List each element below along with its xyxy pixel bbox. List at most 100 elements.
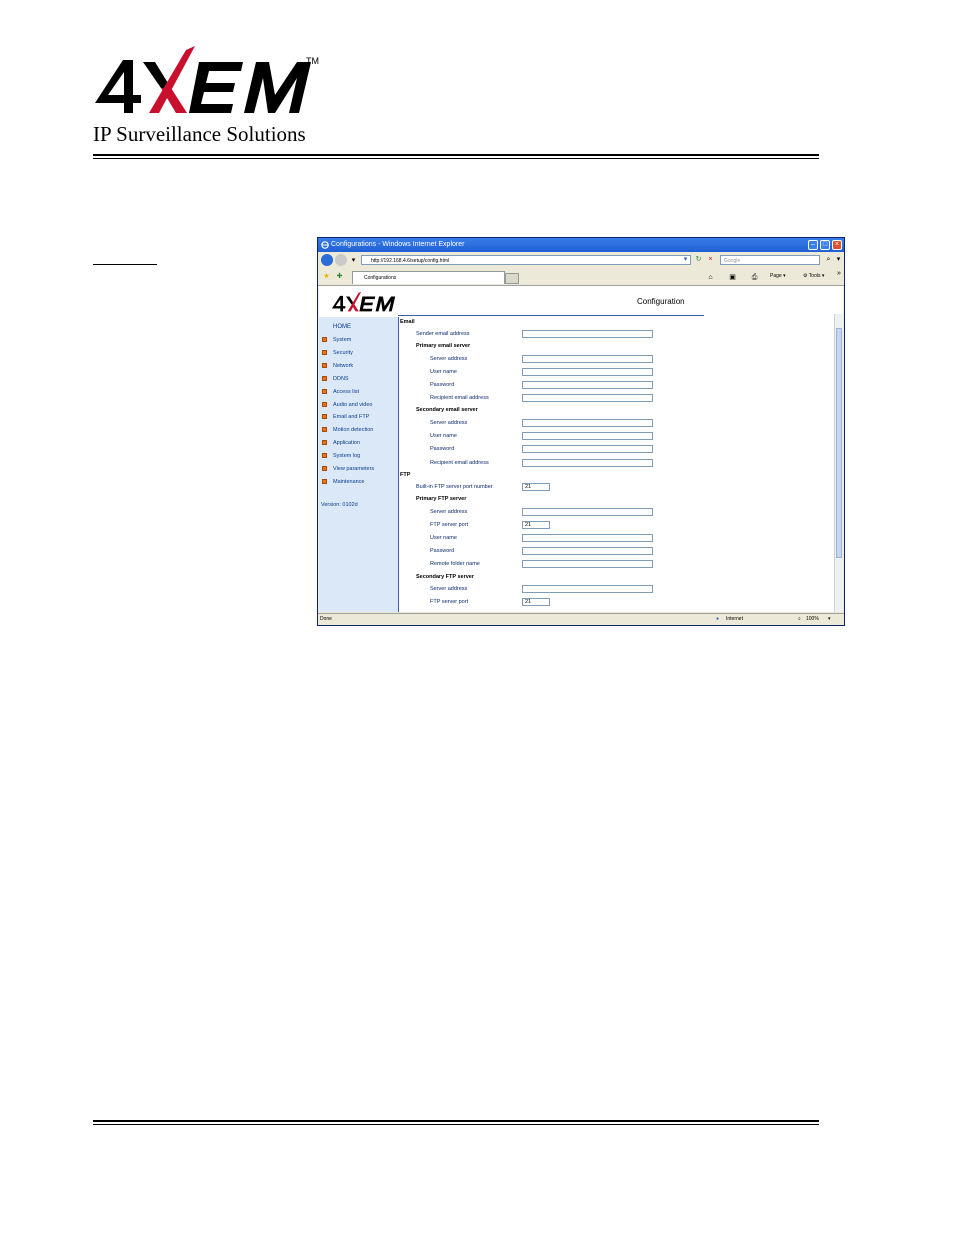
expand-icon <box>322 350 327 356</box>
footer-rule-thin <box>93 1124 819 1125</box>
primary-ftp-port-label: FTP server port <box>430 522 469 528</box>
secondary-password-input[interactable] <box>522 445 653 453</box>
expand-icon <box>322 440 327 446</box>
sidebar-item-network[interactable]: Network <box>322 363 353 369</box>
primary-ftp-port-input[interactable]: 21 <box>522 521 550 529</box>
version-label: Version: 0102d <box>321 502 358 508</box>
address-input[interactable]: http://192.168.4.6/setup/config.html <box>361 255 691 265</box>
tab-label: Configurations <box>364 275 397 281</box>
page-title: Configuration <box>637 297 685 306</box>
secondary-recipient-input[interactable] <box>522 459 653 467</box>
secondary-password-label: Password <box>430 446 455 452</box>
expand-icon <box>322 414 327 420</box>
history-dropdown-icon[interactable]: ▾ <box>349 256 358 265</box>
ie-icon <box>321 241 329 249</box>
primary-user-input[interactable] <box>522 368 653 376</box>
primary-ftp-header: Primary FTP server <box>416 496 467 502</box>
search-options-icon[interactable]: ▾ <box>834 255 843 264</box>
search-icon[interactable]: ⌕ <box>824 255 833 264</box>
vertical-scrollbar[interactable] <box>834 314 843 612</box>
zoom-level[interactable]: 100% <box>806 614 819 625</box>
toolbar-overflow-icon[interactable]: » <box>837 270 841 277</box>
expand-icon <box>322 389 327 395</box>
primary-ftp-password-input[interactable] <box>522 547 653 555</box>
favorites-star-icon[interactable]: ★ <box>322 272 331 281</box>
primary-password-input[interactable] <box>522 381 653 389</box>
header-rule <box>93 154 819 156</box>
title-bar: Configurations - Windows Internet Explor… <box>318 238 844 252</box>
maximize-icon[interactable]: □ <box>820 240 830 250</box>
remote-folder-label: Remote folder name <box>430 561 480 567</box>
address-dropdown-icon[interactable]: ▾ <box>681 255 690 264</box>
sidebar-divider <box>398 317 399 612</box>
tab-configurations[interactable]: Configurations <box>352 271 505 284</box>
scrollbar-thumb[interactable] <box>836 328 842 558</box>
trademark-mark: TM <box>306 56 319 66</box>
secondary-recipient-label: Recipient email address <box>430 460 489 466</box>
sidebar-item-security[interactable]: Security <box>322 350 353 356</box>
feeds-icon[interactable]: ▣ <box>728 273 737 282</box>
secondary-ftp-server-input[interactable] <box>522 585 653 593</box>
sidebar-item-maintenance[interactable]: Maintenance <box>322 479 365 485</box>
primary-user-label: User name <box>430 369 457 375</box>
secondary-ftp-server-label: Server address <box>430 586 468 592</box>
tab-bar: ★ ✚ Configurations ⌂ ▣ ⎙ Page ▾ ⚙ Tools … <box>318 269 844 286</box>
expand-icon <box>322 402 327 408</box>
primary-password-label: Password <box>430 382 455 388</box>
secondary-ftp-port-input[interactable]: 21 <box>522 598 550 606</box>
tools-menu[interactable]: ⚙ Tools ▾ <box>803 273 824 279</box>
primary-ftp-password-label: Password <box>430 548 455 554</box>
expand-icon <box>322 466 327 472</box>
home-icon[interactable]: ⌂ <box>706 273 715 282</box>
secondary-email-header: Secondary email server <box>416 407 478 413</box>
secondary-user-input[interactable] <box>522 432 653 440</box>
sidebar-item-application[interactable]: Application <box>322 440 360 446</box>
primary-ftp-user-label: User name <box>430 535 457 541</box>
sidebar-item-ddns[interactable]: DDNS <box>322 376 349 382</box>
secondary-ftp-header: Secondary FTP server <box>416 574 474 580</box>
sidebar-item-system[interactable]: System <box>322 337 351 343</box>
builtin-ftp-port-label: Built-in FTP server port number <box>416 484 493 490</box>
status-text: Done <box>320 616 332 622</box>
underline-stub <box>93 264 157 265</box>
globe-icon: ● <box>716 616 720 622</box>
expand-icon <box>322 363 327 369</box>
sidebar-item-view-parameters[interactable]: View parameters <box>322 466 374 472</box>
sidebar-item-home[interactable]: HOME <box>333 324 351 330</box>
page-menu[interactable]: Page ▾ <box>770 273 786 279</box>
sidebar: HOME System Security Network DDNS Access… <box>319 317 398 612</box>
refresh-icon[interactable]: ↻ <box>694 255 703 264</box>
search-input[interactable]: Google <box>720 255 820 265</box>
primary-ftp-user-input[interactable] <box>522 534 653 542</box>
forward-icon[interactable] <box>335 254 347 266</box>
expand-icon <box>322 479 327 485</box>
primary-email-header: Primary email server <box>416 343 471 349</box>
sidebar-item-motion-detection[interactable]: Motion detection <box>322 427 373 433</box>
primary-recipient-input[interactable] <box>522 394 653 402</box>
minimize-icon[interactable]: – <box>808 240 818 250</box>
primary-ftp-server-label: Server address <box>430 509 468 515</box>
primary-server-input[interactable] <box>522 355 653 363</box>
builtin-ftp-port-input[interactable]: 21 <box>522 483 550 491</box>
sidebar-item-system-log[interactable]: System log <box>322 453 360 459</box>
zoom-icon: ⌕ <box>798 616 801 622</box>
add-favorite-icon[interactable]: ✚ <box>335 272 344 281</box>
secondary-server-input[interactable] <box>522 419 653 427</box>
title-divider <box>398 315 704 316</box>
sidebar-item-access-list[interactable]: Access list <box>322 389 359 395</box>
sidebar-item-audio-video[interactable]: Audio and video <box>322 402 372 408</box>
secondary-user-label: User name <box>430 433 457 439</box>
print-icon[interactable]: ⎙ <box>750 273 759 282</box>
primary-recipient-label: Recipient email address <box>430 395 489 401</box>
zoom-dropdown-icon[interactable]: ▾ <box>828 614 831 625</box>
close-icon[interactable]: × <box>832 240 842 250</box>
primary-ftp-server-input[interactable] <box>522 508 653 516</box>
sidebar-item-email-ftp[interactable]: Email and FTP <box>322 414 369 420</box>
sender-email-input[interactable] <box>522 330 653 338</box>
stop-icon[interactable]: × <box>706 255 715 264</box>
new-tab-button[interactable] <box>505 273 519 284</box>
remote-folder-input[interactable] <box>522 560 653 568</box>
window-title: Configurations - Windows Internet Explor… <box>331 241 465 248</box>
back-icon[interactable] <box>321 254 333 266</box>
address-bar: ▾ http://192.168.4.6/setup/config.html ▾… <box>318 252 844 269</box>
